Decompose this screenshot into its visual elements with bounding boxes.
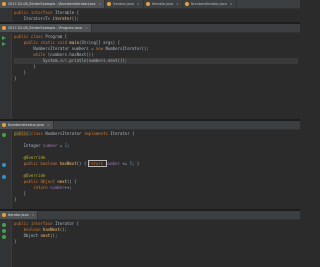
editor-pane-numbers-iterator: NumbersIterator.java × public class Numbe… — [0, 121, 300, 209]
line-gutter — [0, 130, 12, 209]
code-area[interactable]: public interface Iterable { Iterator<T> … — [14, 10, 298, 22]
close-icon[interactable]: × — [98, 2, 101, 6]
override-icon[interactable] — [2, 163, 6, 167]
close-icon[interactable]: × — [230, 2, 233, 6]
line-gutter — [0, 9, 12, 22]
editor-pane-program: 2017-02-08_BinderExample...\Program.java… — [0, 24, 300, 119]
close-icon[interactable]: × — [32, 213, 35, 217]
code-line: } — [14, 76, 17, 81]
tab-program[interactable]: 2017-02-08_BinderExample...\Program.java… — [0, 24, 92, 32]
tab-numbers-iterator[interactable]: NumbersIterator.java × — [0, 121, 54, 129]
tab-iterator[interactable]: Iterator.java × — [0, 211, 39, 219]
tab-bar: Iterator.java × — [0, 211, 300, 220]
code-area[interactable]: public interface Iterator { boolean hasN… — [14, 221, 298, 245]
run-icon[interactable] — [2, 36, 6, 40]
java-file-icon — [2, 26, 6, 30]
line-gutter — [0, 220, 12, 267]
line-gutter — [0, 33, 12, 119]
java-file-icon — [145, 2, 150, 6]
code-area[interactable]: public class Program { public static voi… — [14, 34, 298, 82]
tab-bar: 2017-02-08_BinderExample...\Program.java… — [0, 24, 300, 33]
java-file-icon — [107, 2, 112, 6]
java-file-icon — [2, 213, 6, 217]
code-line: } — [14, 239, 17, 244]
java-file-icon — [2, 2, 6, 6]
implemented-icon[interactable] — [2, 223, 6, 227]
implements-icon[interactable] — [2, 133, 6, 137]
implemented-icon[interactable] — [2, 229, 6, 233]
tab-numbers-iterator-path[interactable]: 2017-02-08_BinderExample...\NumbersItera… — [0, 0, 106, 8]
close-icon[interactable]: × — [137, 2, 140, 6]
code-line: } — [14, 197, 17, 202]
close-icon[interactable]: × — [176, 2, 179, 6]
editor-pane-iterator: Iterator.java × public interface Iterator… — [0, 211, 300, 267]
java-file-icon — [184, 2, 189, 6]
editor-pane-iterable: 2017-02-08_BinderExample...\NumbersItera… — [0, 0, 300, 22]
tab-bar: NumbersIterator.java × — [0, 121, 300, 130]
tab-iterator[interactable]: Iterator.java × — [105, 0, 144, 8]
tab-bar: 2017-02-08_BinderExample...\NumbersItera… — [0, 0, 300, 9]
java-file-icon — [2, 123, 6, 127]
run-icon[interactable] — [2, 42, 6, 46]
code-area[interactable]: public class NumbersIterator implements … — [14, 131, 298, 203]
close-icon[interactable]: × — [47, 123, 50, 127]
override-icon[interactable] — [2, 175, 6, 179]
close-icon[interactable]: × — [85, 26, 88, 30]
tab-iterable[interactable]: Iterable.java × — [144, 0, 183, 8]
tab-numbers-iterator[interactable]: NumbersIterator.java × — [183, 0, 237, 8]
implemented-icon[interactable] — [2, 235, 6, 239]
